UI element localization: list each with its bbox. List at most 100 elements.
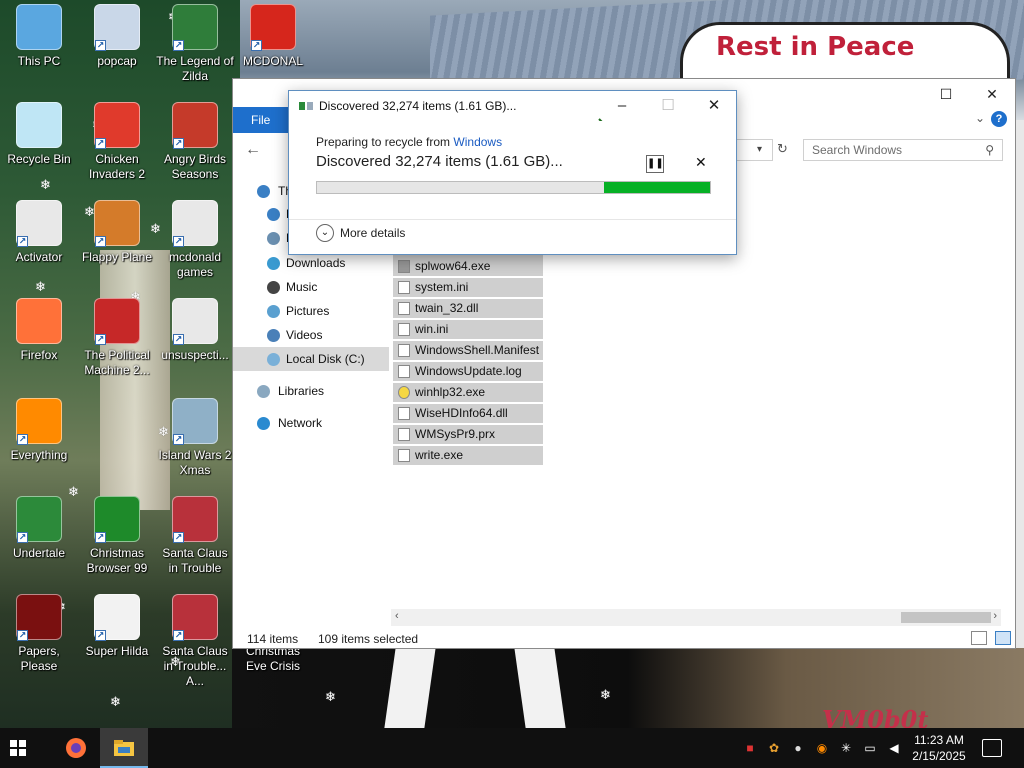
shortcut-arrow-icon: ↗ [173,40,184,51]
cancel-button[interactable]: ✕ [695,154,707,171]
file-name: splwow64.exe [415,259,491,273]
desktop-icon-santa-claus-trouble[interactable]: ↗ Santa Claus in Trouble [156,496,234,576]
maximize-button[interactable]: ☐ [923,83,969,105]
desktop-icon-label: Activator [15,250,63,264]
music-icon [267,281,280,294]
desktop-icon-label: Santa Claus in Trouble [162,546,228,575]
file-row[interactable]: winhlp32.exe [393,383,543,402]
desktop-icon-christmas-browser-99[interactable]: ↗ Christmas Browser 99 [78,496,156,576]
droplet-icon[interactable]: ● [790,740,806,756]
everything-icon[interactable]: ◉ [814,740,830,756]
address-dropdown-icon[interactable]: ▾ [757,144,762,155]
scroll-left-icon[interactable]: ‹ [395,610,399,622]
file-row[interactable]: win.ini [393,320,543,339]
large-icons-view-icon[interactable] [995,631,1011,645]
recycle-progress-dialog[interactable]: Discovered 32,274 items (1.61 GB)... – ☐… [288,90,737,255]
shortcut-arrow-icon: ↗ [95,630,106,641]
more-details-button[interactable]: ⌄ More details [316,223,405,243]
desktop-icon-everything[interactable]: ↗ Everything [0,398,78,463]
nav-item-label: Pictures [286,304,330,318]
details-view-icon[interactable] [971,631,987,645]
desktop-icon-firefox[interactable]: Firefox [0,298,78,363]
desktop-icon-popcap[interactable]: ↗ popcap [78,4,156,69]
taskbar-firefox[interactable] [52,728,100,768]
file-row[interactable]: twain_32.dll [393,299,543,318]
refresh-icon[interactable]: ↻ [777,141,788,157]
file-row[interactable]: WiseHDInfo64.dll [393,404,543,423]
clock[interactable]: 11:23 AM 2/15/2025 [906,732,972,764]
chevron-down-icon: ⌄ [316,224,334,242]
chicken-icon: ↗ [94,102,140,149]
dialog-body: Preparing to recycle from Windows Discov… [289,121,736,224]
desktop-icon-recycle-bin[interactable]: Recycle Bin [0,102,78,167]
desktop-icon-unsuspecti[interactable]: ↗ unsuspecti... [156,298,234,363]
file-row[interactable]: splwow64.exe [393,257,543,276]
file-row[interactable]: write.exe [393,446,543,465]
file-tab[interactable]: File [233,107,291,133]
file-row[interactable]: system.ini [393,278,543,297]
island-icon: ↗ [172,398,218,445]
maximize-button: ☐ [661,97,675,114]
nav-item-libraries[interactable]: Libraries [233,379,389,403]
minimize-button[interactable]: – [599,93,645,119]
file-row[interactable]: WindowsShell.Manifest [393,341,543,360]
back-arrow-icon[interactable]: ← [245,141,261,159]
nav-item-network[interactable]: Network [233,411,389,435]
desktop-icon-mcdonald-games[interactable]: ↗ mcdonald games [156,200,234,280]
desktop-icon-santa-claus-trouble-a[interactable]: ↗ Santa Claus in Trouble... A... [156,594,234,689]
source-folder-link[interactable]: Windows [453,135,502,149]
desktop-icon-political-machine[interactable]: ↗ The Political Machine 2... [78,298,156,378]
clock-date: 2/15/2025 [912,749,966,763]
search-input[interactable]: Search Windows ⚲ [803,139,1003,161]
desktop-icon-label: Papers, Please [18,644,60,673]
shortcut-arrow-icon: ↗ [17,434,28,445]
file-row[interactable]: WMSysPr9.prx [393,425,543,444]
nav-item-disk[interactable]: Local Disk (C:) [233,347,389,371]
close-button[interactable]: ✕ [969,83,1015,105]
file-row[interactable]: WindowsUpdate.log [393,362,543,381]
desktop-icon-mcdonal[interactable]: ↗ MCDONAL [234,4,312,69]
pause-button[interactable]: ❚❚ [646,155,664,173]
firefox-icon [66,738,86,758]
address-bar[interactable] [733,139,773,161]
nav-item-music[interactable]: Music [233,275,389,299]
network-icon[interactable]: ▭ [862,740,878,756]
snowflake-icon: ❄ [600,687,611,702]
desktop-icon-undertale[interactable]: ↗ Undertale [0,496,78,561]
horizontal-scrollbar[interactable]: ‹ › [391,609,1001,626]
videos-icon [267,329,280,342]
file-name: winhlp32.exe [415,385,486,399]
nav-item-pictures[interactable]: Pictures [233,299,389,323]
desktop-icon-island-wars-2-xmas[interactable]: ↗ Island Wars 2 Xmas [156,398,234,478]
volume-muted-icon[interactable]: ◀ [886,740,902,756]
taskbar-file-explorer[interactable] [100,728,148,768]
shortcut-arrow-icon: ↗ [95,334,106,345]
snowflake-icon: ❄ [40,177,51,192]
colorful-app-icon[interactable]: ✿ [766,740,782,756]
desktop-icon-label: popcap [97,54,137,68]
chevron-down-icon[interactable]: ⌄ [975,111,985,125]
scroll-right-icon[interactable]: › [993,610,997,622]
security-icon[interactable]: ■ [742,740,758,756]
desktop-icon-super-hilda[interactable]: ↗ Super Hilda [78,594,156,659]
desktop-icon-papers-please[interactable]: ↗ Papers, Please [0,594,78,674]
start-icon[interactable] [10,740,26,756]
desktop-icon-activator[interactable]: ↗ Activator [0,200,78,265]
nav-item-videos[interactable]: Videos [233,323,389,347]
desktop-icon-label: Recycle Bin [7,152,71,166]
desktop-icon-flappy-plane[interactable]: ↗ Flappy Plane [78,200,156,265]
close-button[interactable]: ✕ [691,93,737,119]
desktop-icon-legend-of-zilda[interactable]: ↗ The Legend of Zilda [156,4,234,84]
scroll-thumb[interactable] [901,612,991,623]
help-icon[interactable]: ? [991,111,1007,127]
snowflake-app-icon[interactable]: ✳ [838,740,854,756]
notification-icon[interactable] [982,739,1002,757]
angry-birds-icon: ↗ [172,102,218,149]
papers-please-icon: ↗ [16,594,62,641]
desktop-icon-chicken-invaders-2[interactable]: ↗ Chicken Invaders 2 [78,102,156,182]
desktop-icon-label: Firefox [20,348,58,362]
dll-file-icon [398,302,410,315]
desktop-icon-angry-birds-seasons[interactable]: ↗ Angry Birds Seasons [156,102,234,182]
write-icon [398,449,410,462]
desktop-icon-this-pc[interactable]: This PC [0,4,78,69]
